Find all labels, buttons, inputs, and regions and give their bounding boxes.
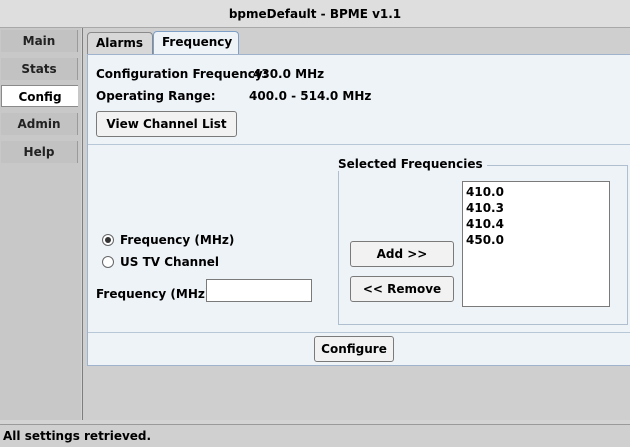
- divider: [88, 332, 630, 333]
- selected-frequencies-title: Selected Frequencies: [334, 157, 487, 171]
- nav-config[interactable]: Config: [1, 85, 78, 107]
- operating-range-value: 400.0 - 514.0 MHz: [249, 89, 372, 103]
- status-bar: All settings retrieved.: [0, 424, 630, 447]
- frequency-input[interactable]: [206, 279, 312, 302]
- frequency-input-label: Frequency (MHz):: [96, 287, 216, 301]
- view-channel-list-button[interactable]: View Channel List: [96, 111, 237, 137]
- list-item[interactable]: 410.4: [466, 216, 606, 232]
- nav-help[interactable]: Help: [1, 141, 78, 163]
- window-title: bpmeDefault - BPME v1.1: [0, 0, 630, 28]
- tab-alarms[interactable]: Alarms: [87, 32, 153, 54]
- content-area: Alarms Frequency Configuration Frequency…: [82, 28, 630, 420]
- tab-frequency[interactable]: Frequency: [153, 31, 239, 55]
- operating-range-label: Operating Range:: [96, 89, 216, 103]
- selected-frequencies-list[interactable]: 410.0 410.3 410.4 450.0: [462, 181, 610, 307]
- nav-admin[interactable]: Admin: [1, 113, 78, 135]
- frequency-radio-label[interactable]: Frequency (MHz): [120, 233, 234, 247]
- list-item[interactable]: 410.0: [466, 184, 606, 200]
- tv-channel-radio[interactable]: [102, 256, 114, 268]
- list-item[interactable]: 410.3: [466, 200, 606, 216]
- nav-main[interactable]: Main: [1, 30, 78, 52]
- config-info-section: Configuration Frequency: 430.0 MHz Opera…: [88, 55, 630, 145]
- config-freq-label: Configuration Frequency:: [96, 67, 268, 81]
- remove-button[interactable]: << Remove: [350, 276, 454, 302]
- frequency-radio[interactable]: [102, 234, 114, 246]
- sidebar-nav: Main Stats Config Admin Help: [0, 28, 81, 420]
- add-button[interactable]: Add >>: [350, 241, 454, 267]
- list-item[interactable]: 450.0: [466, 232, 606, 248]
- tv-channel-radio-label[interactable]: US TV Channel: [120, 255, 219, 269]
- frequency-panel: Configuration Frequency: 430.0 MHz Opera…: [87, 54, 630, 366]
- config-freq-value: 430.0 MHz: [253, 67, 325, 81]
- configure-button[interactable]: Configure: [314, 336, 394, 362]
- nav-stats[interactable]: Stats: [1, 58, 78, 80]
